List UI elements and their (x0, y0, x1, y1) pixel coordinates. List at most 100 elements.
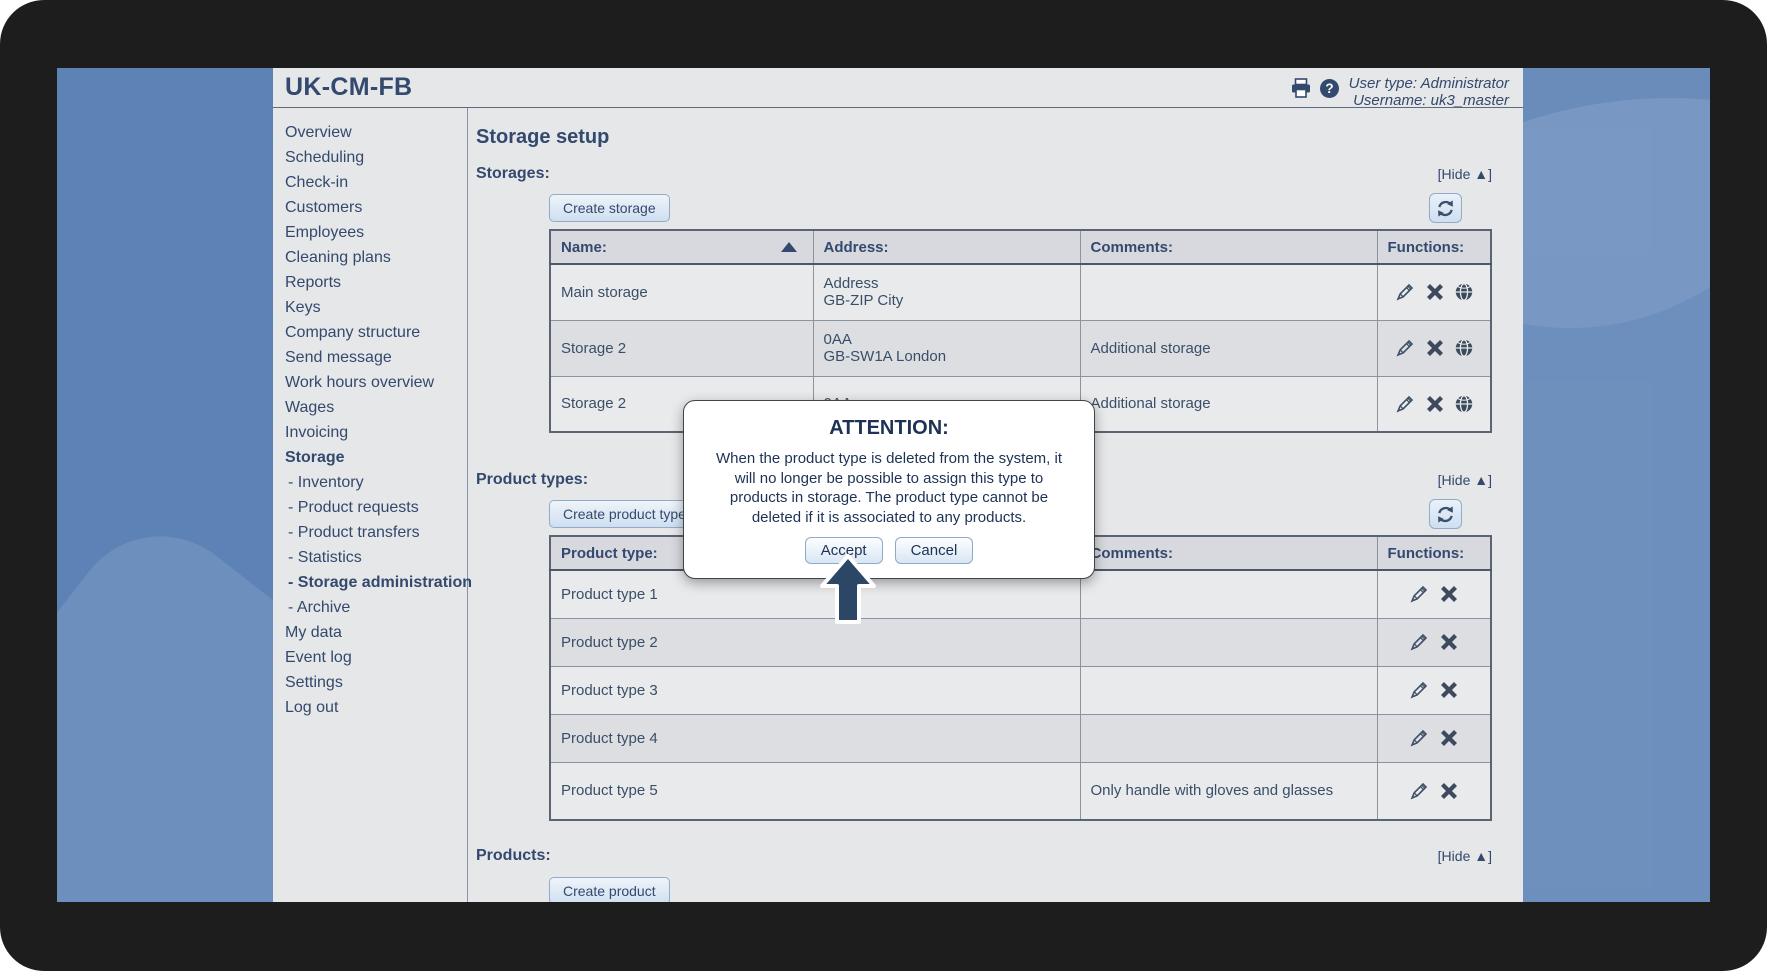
sidebar-item-keys[interactable]: Keys (285, 295, 467, 320)
product-type-comments-cell (1079, 617, 1378, 667)
sidebar-item-employees[interactable]: Employees (285, 220, 467, 245)
sidebar-item-statistics[interactable]: - Statistics (285, 545, 467, 570)
column-header-functions: Functions: (1376, 535, 1492, 571)
table-row: Product type 4 (549, 713, 1492, 763)
edit-icon[interactable] (1394, 393, 1416, 415)
sidebar-item-overview[interactable]: Overview (285, 120, 467, 145)
cancel-button[interactable]: Cancel (894, 537, 974, 564)
product-type-cell: Product type 3 (549, 665, 1081, 715)
delete-icon[interactable] (1439, 584, 1459, 604)
map-icon[interactable] (1454, 282, 1474, 302)
print-icon[interactable] (1290, 78, 1312, 99)
sidebar-item-archive[interactable]: - Archive (285, 595, 467, 620)
sidebar-item-customers[interactable]: Customers (285, 195, 467, 220)
sidebar-item-wages[interactable]: Wages (285, 395, 467, 420)
product-type-comments-cell: Only handle with gloves and glasses (1079, 761, 1378, 821)
app-header: UK-CM-FB ? User type: Administrator User… (273, 68, 1523, 109)
create-product-button[interactable]: Create product (549, 877, 670, 902)
create-storage-button[interactable]: Create storage (549, 194, 670, 222)
sidebar-item-company-structure[interactable]: Company structure (285, 320, 467, 345)
product-types-section-label: Product types: (476, 471, 589, 488)
storage-comments-cell: Additional storage (1079, 375, 1378, 433)
sidebar-item-reports[interactable]: Reports (285, 270, 467, 295)
username-label: Username: uk3_master (1353, 92, 1509, 109)
edit-icon[interactable] (1408, 679, 1430, 701)
delete-icon[interactable] (1425, 338, 1445, 358)
product-type-comments-cell (1079, 713, 1378, 763)
column-header-comments[interactable]: Comments: (1079, 229, 1378, 265)
attention-dialog: ATTENTION: When the product type is dele… (683, 400, 1095, 579)
product-type-cell: Product type 2 (549, 617, 1081, 667)
delete-icon[interactable] (1425, 282, 1445, 302)
table-row: Product type 5 Only handle with gloves a… (549, 761, 1492, 821)
sidebar-item-cleaning-plans[interactable]: Cleaning plans (285, 245, 467, 270)
sidebar-item-check-in[interactable]: Check-in (285, 170, 467, 195)
sidebar-item-event-log[interactable]: Event log (285, 645, 467, 670)
storage-functions-cell (1376, 263, 1492, 321)
storages-hide-link[interactable]: [Hide ▲] (1438, 166, 1492, 182)
sidebar-item-product-requests[interactable]: - Product requests (285, 495, 467, 520)
pointer-arrow-annotation (818, 553, 878, 632)
storage-name-cell: Main storage (549, 263, 814, 321)
dialog-title: ATTENTION: (829, 417, 949, 439)
sidebar-item-invoicing[interactable]: Invoicing (285, 420, 467, 445)
sidebar-item-inventory[interactable]: - Inventory (285, 470, 467, 495)
edit-icon[interactable] (1408, 780, 1430, 802)
table-row: Storage 2 0AA GB-SW1A London Additional … (549, 319, 1492, 377)
sidebar-item-send-message[interactable]: Send message (285, 345, 467, 370)
storage-functions-cell (1376, 319, 1492, 377)
column-header-comments[interactable]: Comments: (1079, 535, 1378, 571)
product-type-comments-cell (1079, 569, 1378, 619)
product-types-refresh-button[interactable] (1429, 499, 1462, 529)
product-type-functions-cell (1376, 713, 1492, 763)
sidebar-item-work-hours-overview[interactable]: Work hours overview (285, 370, 467, 395)
sidebar-item-settings[interactable]: Settings (285, 670, 467, 695)
map-icon[interactable] (1454, 394, 1474, 414)
delete-icon[interactable] (1439, 680, 1459, 700)
sidebar-item-storage[interactable]: Storage (285, 445, 467, 470)
edit-icon[interactable] (1408, 583, 1430, 605)
user-type-label: User type: Administrator (1348, 75, 1509, 92)
edit-icon[interactable] (1408, 631, 1430, 653)
product-type-cell: Product type 5 (549, 761, 1081, 821)
dialog-message: When the product type is deleted from th… (716, 450, 1062, 526)
sidebar-item-storage-administration[interactable]: - Storage administration (285, 570, 472, 595)
sidebar-item-scheduling[interactable]: Scheduling (285, 145, 467, 170)
column-header-functions: Functions: (1376, 229, 1492, 265)
storages-refresh-button[interactable] (1429, 193, 1462, 223)
storages-section-label: Storages: (476, 165, 550, 182)
page-title: Storage setup (476, 126, 610, 148)
product-type-cell: Product type 4 (549, 713, 1081, 763)
table-row: Product type 2 (549, 617, 1492, 667)
storages-header-row: Name: Address: Comments: Functions: (549, 229, 1492, 265)
storage-address-cell: Address GB-ZIP City (812, 263, 1081, 321)
column-header-name[interactable]: Name: (549, 229, 814, 265)
sidebar-item-log-out[interactable]: Log out (285, 695, 467, 720)
product-type-functions-cell (1376, 761, 1492, 821)
svg-text:?: ? (1325, 81, 1333, 96)
create-product-type-button[interactable]: Create product type (549, 500, 700, 528)
product-type-functions-cell (1376, 569, 1492, 619)
edit-icon[interactable] (1394, 281, 1416, 303)
sidebar-item-my-data[interactable]: My data (285, 620, 467, 645)
help-icon[interactable]: ? (1319, 78, 1340, 99)
sidebar-item-product-transfers[interactable]: - Product transfers (285, 520, 467, 545)
product-type-functions-cell (1376, 617, 1492, 667)
map-icon[interactable] (1454, 338, 1474, 358)
storage-name-cell: Storage 2 (549, 319, 814, 377)
delete-icon[interactable] (1439, 632, 1459, 652)
delete-icon[interactable] (1439, 728, 1459, 748)
app-title: UK-CM-FB (285, 73, 413, 101)
delete-icon[interactable] (1439, 781, 1459, 801)
storage-comments-cell (1079, 263, 1378, 321)
storage-functions-cell (1376, 375, 1492, 433)
storage-address-cell: 0AA GB-SW1A London (812, 319, 1081, 377)
edit-icon[interactable] (1408, 727, 1430, 749)
products-section-label: Products: (476, 847, 551, 864)
products-hide-link[interactable]: [Hide ▲] (1438, 848, 1492, 864)
delete-icon[interactable] (1425, 394, 1445, 414)
table-row: Main storage Address GB-ZIP City (549, 263, 1492, 321)
product-types-hide-link[interactable]: [Hide ▲] (1438, 472, 1492, 488)
column-header-address[interactable]: Address: (812, 229, 1081, 265)
edit-icon[interactable] (1394, 337, 1416, 359)
